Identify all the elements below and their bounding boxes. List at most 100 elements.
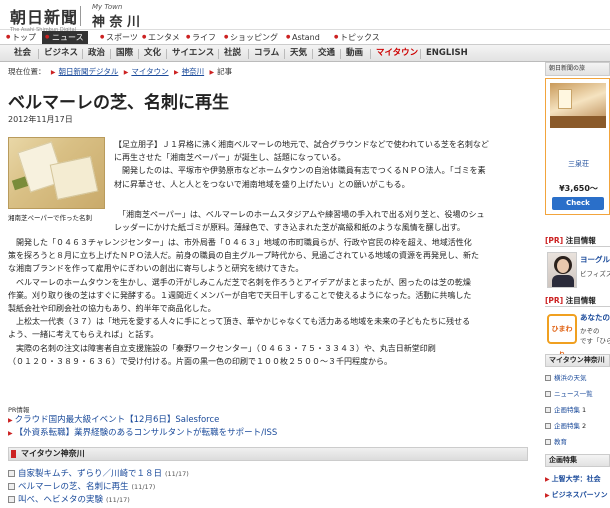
secondary-nav: 社会 ビジネス 政治 国際 文化 サイエンス 社説 コラム 天気 交通 動画 マ… [0,44,610,62]
sidebar-item[interactable]: 企画特集 1 [545,404,586,416]
list-item[interactable]: 叫べ、ヘビメタの実験 (11/17) [8,494,189,507]
list-item-title[interactable]: ベルマーレの芝、名刺に再生 [18,482,129,492]
article-icon [545,375,551,381]
nav-divider [38,49,39,59]
body-line: 製紙会社や印刷会社の協力もあり、約半年で商品化した。 [8,304,216,314]
nav-column[interactable]: コラム [254,45,279,62]
photo-business-card [49,156,99,200]
mytown-region-label: 神 奈 川 [92,15,141,30]
feature-link[interactable]: ▶ ビジネスパーソン [545,490,608,500]
pr-link-text[interactable]: クラウド国内最大級イベント【12月6日】Salesforce [15,415,220,425]
nav-divider [312,49,313,59]
nav-politics[interactable]: 政治 [88,45,105,62]
pr-link[interactable]: ▶ 【外資系転職】業界経験のあるコンサルタントが転職をサポート/ISS [8,427,277,440]
logo-text: 朝日新聞 [10,8,79,27]
triangle-right-icon: ▶ [8,417,13,424]
nav-divider [370,49,371,59]
article-photo[interactable] [8,137,105,209]
nav-topics[interactable]: トピックス [334,31,380,44]
nav-top[interactable]: トップ [6,31,36,44]
body-line: 開発した「０４６３チャレンジセンター」は、市外局番「０４６３」地域の市町職員らが… [8,238,472,247]
body-line: （０１２０・３８９・６３６）で受け付ける。片面の黒一色の印刷で１００枚２５００～… [8,356,392,366]
list-item[interactable]: 自家製キムチ、ずらり／川崎で１８日 (11/17) [8,468,189,481]
pr-header: [PR] 注目情報 [545,294,610,307]
list-item[interactable]: ベルマーレの芝、名刺に再生 (11/17) [8,481,189,494]
asahi-logo[interactable]: 朝日新聞 The Asahi Shimbun Digital [10,4,78,33]
nav-entame[interactable]: エンタメ [142,31,180,44]
nav-divider [248,49,249,59]
article-date: 2012年11月17日 [8,115,73,124]
check-button[interactable]: Check [552,197,604,210]
nav-divider [284,49,285,59]
hotel-photo[interactable] [550,83,606,128]
sidebar-item-label[interactable]: 企画特集 [554,422,580,430]
nav-sports[interactable]: スポーツ [100,31,138,44]
pr-block: PR情報 ▶ クラウド国内最大級イベント【12月6日】Salesforce ▶ 【外… [8,404,277,440]
sidebar-item-label[interactable]: ニュース一覧 [554,390,593,398]
sidebar-item[interactable]: 教育 [545,436,569,448]
hotel-name[interactable]: 三泉荘 [546,159,610,169]
body-line: 実際の名刺の注文は障害者自立支援施設の「秦野ワークセンター」（０４６３・７５・３… [8,343,436,353]
pr-thumbnail[interactable] [547,252,577,288]
chevron-right-icon: ▶ [209,69,215,76]
nav-traffic[interactable]: 交通 [318,45,335,62]
nav-weather[interactable]: 天気 [290,45,307,62]
mytown-logo[interactable]: My Town 神 奈 川 [92,3,140,30]
breadcrumb-prefix: 現在位置： [8,67,46,76]
nav-editorial[interactable]: 社説 [224,45,241,62]
article-lead: 【足立朋子】Ｊ１昇格に沸く湘南ベルマーレの地元で、試合グラウンドなどで使われてい… [114,138,538,191]
nav-divider [340,49,341,59]
nav-video[interactable]: 動画 [346,45,363,62]
pr-title: 注目情報 [565,296,596,305]
sidebar-item-number: 2 [582,422,587,430]
feature-link-text[interactable]: 上智大学：社会 [552,475,601,483]
nav-business[interactable]: ビジネス [44,45,78,62]
himawari-logo[interactable]: ひまわり [547,314,577,359]
article-icon [8,470,15,477]
pr-tag: [PR] [545,296,564,305]
list-item-title[interactable]: 自家製キムチ、ずらり／川崎で１８日 [18,469,162,479]
nav-astand[interactable]: Astand [286,31,320,44]
nav-mytown[interactable]: マイタウン [376,45,418,62]
nav-society[interactable]: 社会 [14,45,31,62]
body-line: 上松太一代表（３７）は「地元を愛する人々に手にとって頂き、華やかじゃなくても活力… [8,317,471,327]
triangle-right-icon: ▶ [545,476,550,483]
nav-science[interactable]: サイエンス [172,45,214,62]
chevron-right-icon: ▶ [173,69,179,76]
nav-culture[interactable]: 文化 [144,45,161,62]
body-line: 作業。刈り取り後の芝はすぐに発酵する。１週間近くメンバーが自宅で天日干しすること… [8,290,472,300]
chevron-right-icon: ▶ [123,69,129,76]
pr-tag: [PR] [545,236,564,245]
body-line: ベルマーレのホームタウンを生かし、選手の汗がしみこんだ芝で名刺を作ろうとアイデア… [8,277,471,287]
sidebar-item-label[interactable]: 横浜の天気 [554,374,587,382]
chevron-right-icon: ▶ [50,69,56,76]
feature-link-text[interactable]: ビジネスパーソン [552,491,608,499]
body-line: な湘南ブランドを作って雇用やにぎわいの創出に寄与しようと研究を続けてきた。 [8,264,304,274]
sidebar-item[interactable]: 横浜の天気 [545,372,589,384]
mytown-list: 自家製キムチ、ずらり／川崎で１８日 (11/17) ベルマーレの芝、名刺に再生 (1… [8,468,189,507]
article-icon [545,391,551,397]
pr-link[interactable]: あなたの [580,312,610,323]
breadcrumb-mytown[interactable]: マイタウン [131,67,168,76]
sidebar-item-label[interactable]: 教育 [554,438,567,446]
photo-caption: 湘南芝ペーパーで作った名刺 [8,214,93,222]
breadcrumb-kanagawa[interactable]: 神奈川 [182,67,205,76]
nav-english[interactable]: ENGLISH [426,45,468,62]
sidebar-item[interactable]: ニュース一覧 [545,388,595,400]
feature-link[interactable]: ▶ 上智大学：社会 [545,474,601,484]
pr-link[interactable]: ▶ クラウド国内最大級イベント【12月6日】Salesforce [8,414,277,427]
sidebar-item[interactable]: 企画特集 2 [545,420,586,432]
pr-label: PR情報 [8,406,30,414]
nav-life[interactable]: ライフ [186,31,216,44]
pr-link[interactable]: ヨーグルト [580,254,610,265]
pr-link-text[interactable]: 【外資系転職】業界経験のあるコンサルタントが転職をサポート/ISS [15,428,278,438]
nav-news[interactable]: ニュース [42,31,88,44]
breadcrumb-asahi-digital[interactable]: 朝日新聞デジタル [59,67,119,76]
nav-international[interactable]: 国際 [116,45,133,62]
list-item-title[interactable]: 叫べ、ヘビメタの実験 [18,495,103,505]
sidebar-item-label[interactable]: 企画特集 [554,406,580,414]
features-sidebar-header: 企画特集 [545,454,610,467]
hotel-ad[interactable]: 三泉荘 ¥3,650～ Check [545,78,610,215]
section-marker-icon [11,450,16,458]
nav-shopping[interactable]: ショッピング [224,31,278,44]
